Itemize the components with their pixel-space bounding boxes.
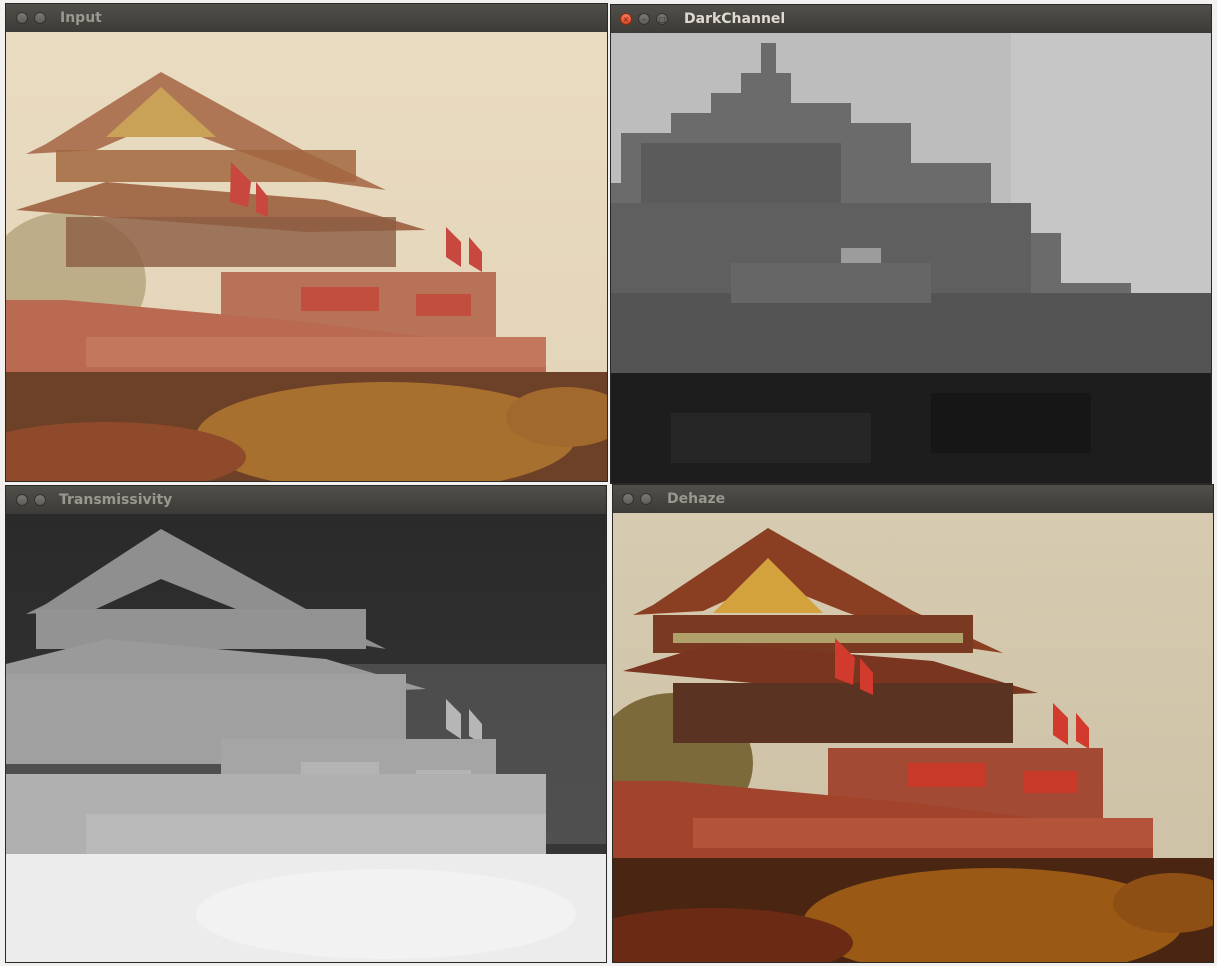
minimize-icon[interactable]: – [638,13,650,25]
window-dehaze[interactable]: Dehaze [613,485,1213,962]
window-input[interactable]: Input [6,4,607,481]
close-icon[interactable] [622,493,634,505]
minimize-icon[interactable] [640,493,652,505]
window-title: Dehaze [667,491,726,507]
window-darkchannel[interactable]: × – □ DarkChannel [611,5,1211,483]
titlebar[interactable]: Dehaze [613,485,1213,513]
titlebar[interactable]: Input [6,4,607,32]
maximize-icon[interactable]: □ [656,13,668,25]
minimize-icon[interactable] [34,494,46,506]
transmissivity-image [6,514,606,962]
titlebar[interactable]: × – □ DarkChannel [611,5,1211,33]
window-transmissivity[interactable]: Transmissivity [6,486,606,962]
close-icon[interactable]: × [620,13,632,25]
minimize-icon[interactable] [34,12,46,24]
window-title: Transmissivity [59,492,173,508]
input-image [6,32,607,481]
window-title: Input [60,10,102,26]
close-icon[interactable] [16,12,28,24]
window-title: DarkChannel [684,11,786,27]
titlebar[interactable]: Transmissivity [6,486,606,514]
darkchannel-image [611,33,1211,483]
dehaze-image [613,513,1213,962]
close-icon[interactable] [16,494,28,506]
